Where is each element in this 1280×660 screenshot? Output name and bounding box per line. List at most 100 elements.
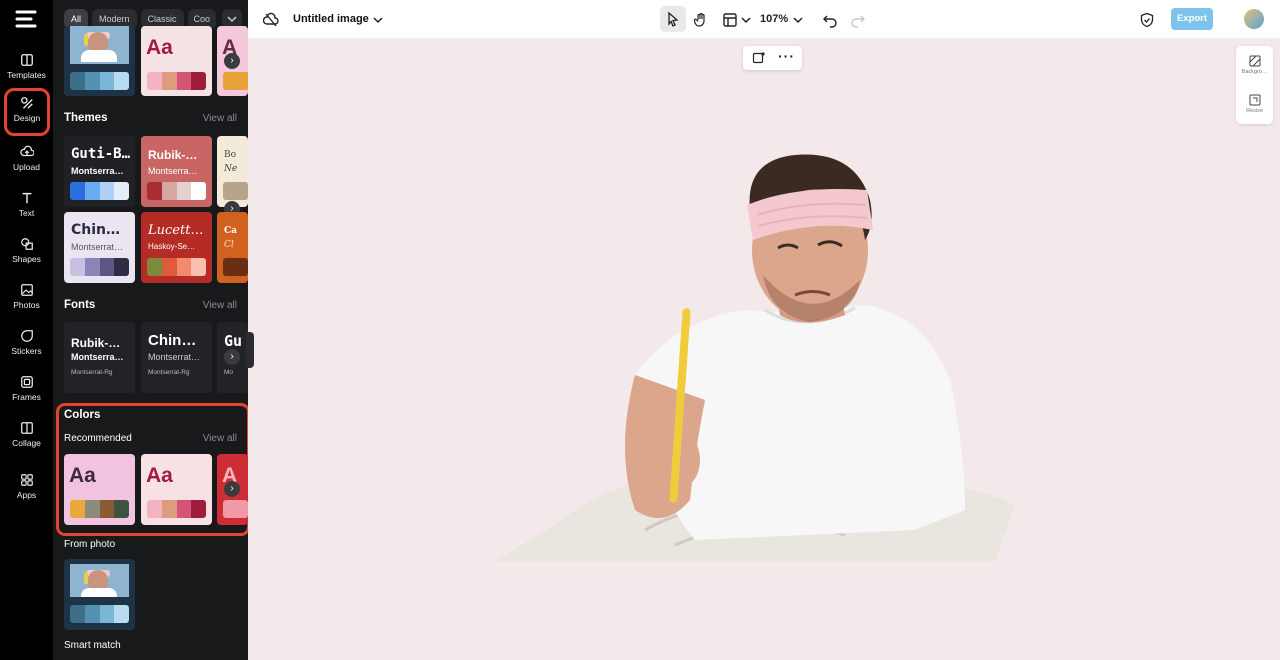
rail-text[interactable]: Text [4,186,49,228]
font-card-1[interactable]: Rubik-… Montserra… Montserrat-Rg [64,322,135,393]
from-photo-label: From photo [64,539,116,550]
left-rail: Templates Design Upload Text Shapes Phot… [0,0,53,660]
templates-icon [20,54,33,66]
hand-tool-button[interactable] [690,9,712,31]
more-options-icon[interactable]: ··· [778,48,795,64]
chevron-right-icon: › [230,351,234,362]
scroll-right-button[interactable]: › [224,53,240,69]
font-sub: Montserra… [71,352,124,362]
rail-label: Design [13,113,41,123]
right-tool-panel: Backgro… Resize [1236,46,1273,124]
export-button[interactable]: Export [1171,8,1213,30]
photos-icon [20,284,33,296]
avatar[interactable] [1244,9,1264,29]
frames-icon [20,376,33,388]
font-body: Mo [224,369,234,376]
redo-icon [851,15,865,28]
theme-font-sub: Montserra… [71,166,124,176]
theme-card-4[interactable]: Chin… Montserrat… [64,212,135,283]
select-tool-button[interactable] [660,6,686,32]
redo-button[interactable] [847,9,869,31]
colors-title: Colors [64,409,101,421]
theme-font-name: Ca [224,226,237,236]
theme-card-2[interactable]: Rubik-… Montserra… [141,136,212,207]
theme-card-5[interactable]: Lucett… Haskoy-Se… [141,212,212,283]
rail-apps[interactable]: Apps [4,468,49,510]
apps-icon [20,474,33,486]
zoom-chevron-down-icon[interactable] [787,9,809,31]
rail-label: Apps [16,490,37,500]
rail-label: Photos [13,300,40,310]
rail-upload[interactable]: Upload [4,140,49,182]
colors-view-all[interactable]: View all [203,433,237,444]
top-bar: Untitled image 107% Export [248,0,1280,39]
stickers-icon [20,330,33,342]
rail-stickers[interactable]: Stickers [4,324,49,366]
zoom-level[interactable]: 107% [760,13,788,25]
theme-font-name: Rubik-… [148,148,198,162]
shield-icon [1140,12,1154,28]
layout-chevron-down-icon[interactable] [735,9,757,31]
font-card-2[interactable]: Chin… Montserrat… Montserrat-Rg [141,322,212,393]
aa-label: Aa [146,36,173,59]
resize-label: Resize [1246,108,1263,114]
shapes-icon [20,238,33,250]
text-icon [22,192,31,204]
color-palette-card-2[interactable]: Aa [141,454,212,525]
theme-card-3[interactable]: Bo Ne [217,136,248,207]
rail-label: Frames [12,392,41,402]
font-name: Gu [224,332,243,350]
resize-icon [1249,94,1260,106]
app-logo-icon[interactable] [14,9,38,29]
font-body: Montserrat-Rg [71,369,113,376]
background-icon [1249,55,1260,67]
cloud-sync-icon[interactable] [260,9,282,31]
palette-card-aa-top[interactable]: Aa [141,26,212,96]
from-photo-card[interactable] [64,559,135,630]
hand-icon [693,12,705,27]
rail-collage[interactable]: Collage [4,416,49,458]
fonts-scroll-right-button[interactable]: › [224,349,240,365]
canvas-image[interactable] [495,130,1015,561]
shield-button[interactable] [1136,9,1158,31]
upload-icon [19,145,34,157]
design-icon [21,97,33,109]
canvas-floating-toolbar: ··· [743,46,802,70]
image-plus-icon [752,52,765,64]
document-title[interactable]: Untitled image [293,13,369,25]
resize-tool-button[interactable]: Resize [1236,94,1273,114]
collage-icon [20,422,33,434]
add-to-page-button[interactable] [752,51,766,65]
palette-card-photo-top[interactable] [64,26,135,96]
rail-label: Collage [12,438,41,448]
rail-label: Templates [7,70,46,80]
chevron-right-icon: › [230,55,234,66]
theme-card-1[interactable]: Guti-B… Montserra… [64,136,135,207]
font-name: Chin… [148,332,197,349]
undo-icon [823,15,837,28]
rail-design[interactable]: Design [4,88,50,136]
chevron-right-icon: › [230,483,234,494]
theme-font-sub: Montserrat… [71,242,124,252]
panel-collapse-handle[interactable] [246,332,254,368]
photo-thumbnail [70,26,129,64]
rail-photos[interactable]: Photos [4,278,49,320]
font-name: Rubik-… [71,336,121,350]
rail-label: Upload [13,162,40,172]
rail-templates[interactable]: Templates [4,48,49,90]
rail-shapes[interactable]: Shapes [4,232,49,274]
themes-view-all[interactable]: View all [203,113,237,124]
colors-scroll-right-button[interactable]: › [224,481,240,497]
theme-font-name: Chin… [71,222,121,238]
photo-thumbnail [70,564,129,597]
color-palette-card-1[interactable]: Aa [64,454,135,525]
theme-font-name: Bo [224,150,237,160]
undo-button[interactable] [819,9,841,31]
chevron-down-icon[interactable] [367,9,389,31]
background-tool-button[interactable]: Backgro… [1236,55,1273,75]
rail-frames[interactable]: Frames [4,370,49,412]
font-sub: Montserrat… [148,352,201,362]
fonts-view-all[interactable]: View all [203,300,237,311]
theme-card-6[interactable]: Ca Cl [217,212,248,283]
theme-font-sub: Haskoy-Se… [148,242,196,251]
